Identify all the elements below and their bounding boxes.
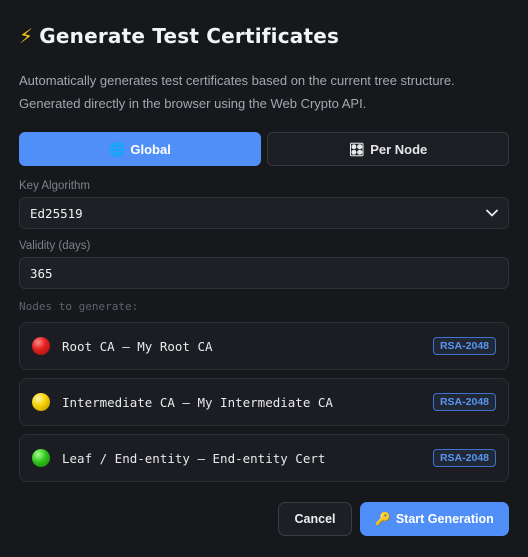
yellow-circle-icon [32,393,50,411]
lightning-icon: ⚡ [19,24,34,48]
start-generation-button[interactable]: 🔑 Start Generation [360,502,509,536]
chevron-down-icon [486,207,498,219]
start-generation-label: Start Generation [395,512,494,526]
validity-value: 365 [30,265,53,281]
red-circle-icon [32,337,50,355]
description-line-2: Generated directly in the browser using … [19,96,367,111]
grid-icon: 🎛 [348,141,366,157]
key-algorithm-label: Key Algorithm [19,180,90,192]
key-algorithm-value: Ed25519 [30,205,83,221]
generate-certificates-dialog: ⚡ Generate Test Certificates Automaticall… [0,0,528,557]
tab-global-label: Global [130,141,171,157]
list-item: Root CA — My Root CA RSA-2048 [19,322,509,370]
node-name: Root CA — My Root CA [62,338,213,354]
globe-icon: 🌐 [109,141,126,157]
tab-global[interactable]: 🌐 Global [19,132,261,166]
key-icon: 🔑 [375,511,391,526]
algorithm-badge: RSA-2048 [432,337,496,355]
validity-input[interactable]: 365 [19,257,509,289]
tab-per-node[interactable]: 🎛 Per Node [267,132,509,166]
algorithm-badge: RSA-2048 [432,449,496,467]
node-name: Intermediate CA — My Intermediate CA [62,394,333,410]
list-item: Leaf / End-entity — End-entity Cert RSA-… [19,434,509,482]
green-circle-icon [32,449,50,467]
validity-label: Validity (days) [19,240,91,252]
node-name: Leaf / End-entity — End-entity Cert [62,450,326,466]
cancel-button[interactable]: Cancel [278,502,352,536]
description-line-1: Automatically generates test certificate… [19,73,455,88]
mode-tabs: 🌐 Global 🎛 Per Node [19,132,509,166]
dialog-title-text: Generate Test Certificates [39,24,340,48]
nodes-label: Nodes to generate: [19,300,139,313]
algorithm-badge: RSA-2048 [432,393,496,411]
key-algorithm-select[interactable]: Ed25519 [19,197,509,229]
tab-per-node-label: Per Node [370,141,428,157]
dialog-title: ⚡ Generate Test Certificates [19,24,339,48]
cancel-button-label: Cancel [294,512,336,526]
list-item: Intermediate CA — My Intermediate CA RSA… [19,378,509,426]
